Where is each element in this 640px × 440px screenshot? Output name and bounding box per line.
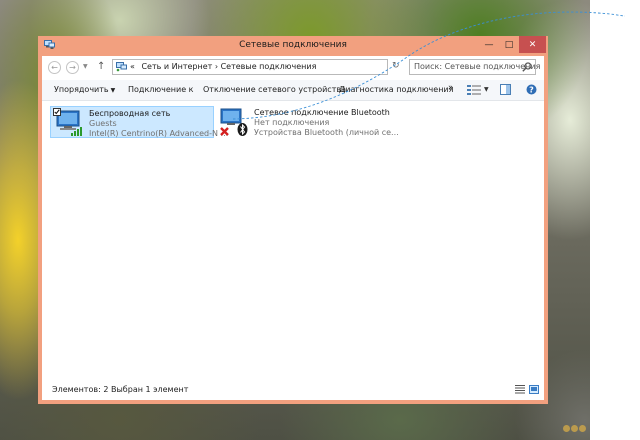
view-options-dropdown[interactable]: ▼ (484, 86, 489, 93)
details-view-icon[interactable] (515, 385, 525, 394)
search-icon[interactable] (522, 62, 532, 72)
checkmark-icon (54, 109, 60, 115)
connection-item-wireless[interactable]: Беспроводная сеть Guests Intel(R) Centri… (50, 106, 228, 138)
breadcrumb: « Сеть и Интернет › Сетевые подключения (130, 62, 316, 71)
preview-pane-icon[interactable] (500, 84, 511, 95)
connection-details: Беспроводная сеть Guests Intel(R) Centri… (89, 109, 228, 139)
more-commands-button[interactable]: » (448, 83, 454, 93)
diagnose-connection-button[interactable]: Диагностика подключения (339, 85, 453, 94)
connection-status: Guests (89, 119, 117, 128)
chevron-down-icon: ▼ (110, 87, 116, 94)
item-select-checkbox[interactable] (53, 108, 61, 116)
svg-text:?: ? (529, 85, 534, 94)
title-bar[interactable]: Сетевые подключения — □ ✕ (38, 36, 548, 56)
forward-button[interactable]: → (66, 61, 79, 74)
window-title: Сетевые подключения (239, 40, 347, 50)
breadcrumb-path[interactable]: Сеть и Интернет › Сетевые подключения (141, 62, 316, 71)
connection-item-bluetooth[interactable]: Сетевое подключение Bluetooth Нет подклю… (216, 106, 399, 138)
organize-label: Упорядочить (54, 85, 109, 94)
command-bar: Упорядочить ▼ Подключение к Отключение се… (42, 80, 544, 101)
connection-name: Беспроводная сеть (89, 109, 171, 118)
connection-device: Intel(R) Centrino(R) Advanced-N ... (89, 129, 229, 138)
connection-status: Нет подключения (254, 118, 330, 127)
connect-to-button[interactable]: Подключение к (128, 85, 194, 94)
watermark-logo (563, 425, 593, 437)
item-count: Элементов: 2 (52, 385, 109, 394)
connection-details: Сетевое подключение Bluetooth Нет подклю… (254, 108, 399, 138)
bluetooth-network-icon (220, 108, 248, 136)
change-view-icon[interactable] (467, 85, 481, 95)
disable-device-button[interactable]: Отключение сетевого устройства (203, 85, 346, 94)
network-folder-icon (116, 62, 127, 72)
breadcrumb-overflow[interactable]: « (130, 62, 135, 71)
minimize-button[interactable]: — (479, 36, 499, 53)
address-bar[interactable]: « Сеть и Интернет › Сетевые подключения … (112, 59, 450, 75)
help-icon[interactable]: ? (526, 84, 537, 95)
large-icons-view-icon[interactable] (529, 385, 539, 394)
recent-locations-dropdown[interactable]: ▼ (83, 63, 88, 70)
up-button[interactable]: ↑ (97, 61, 105, 72)
back-button[interactable]: ← (48, 61, 61, 74)
status-bar: Элементов: 2 Выбран 1 элемент (42, 380, 544, 400)
navigation-bar: ← → ▼ ↑ « Сеть и Интернет › Сетевые подк… (42, 56, 544, 80)
connection-device: Устройства Bluetooth (личной се... (254, 128, 399, 137)
maximize-button[interactable]: □ (499, 36, 519, 53)
organize-button[interactable]: Упорядочить ▼ (54, 85, 115, 94)
refresh-button[interactable]: ↻ (392, 61, 400, 71)
explorer-window: Сетевые подключения — □ ✕ ← → ▼ ↑ « Сеть… (38, 36, 548, 404)
selection-count: Выбран 1 элемент (111, 385, 189, 394)
close-button[interactable]: ✕ (519, 36, 546, 53)
page-margin (590, 0, 640, 440)
window-client-area: ← → ▼ ↑ « Сеть и Интернет › Сетевые подк… (42, 56, 544, 400)
connection-name: Сетевое подключение Bluetooth (254, 108, 390, 117)
search-input[interactable]: Поиск: Сетевые подключения (409, 59, 540, 75)
